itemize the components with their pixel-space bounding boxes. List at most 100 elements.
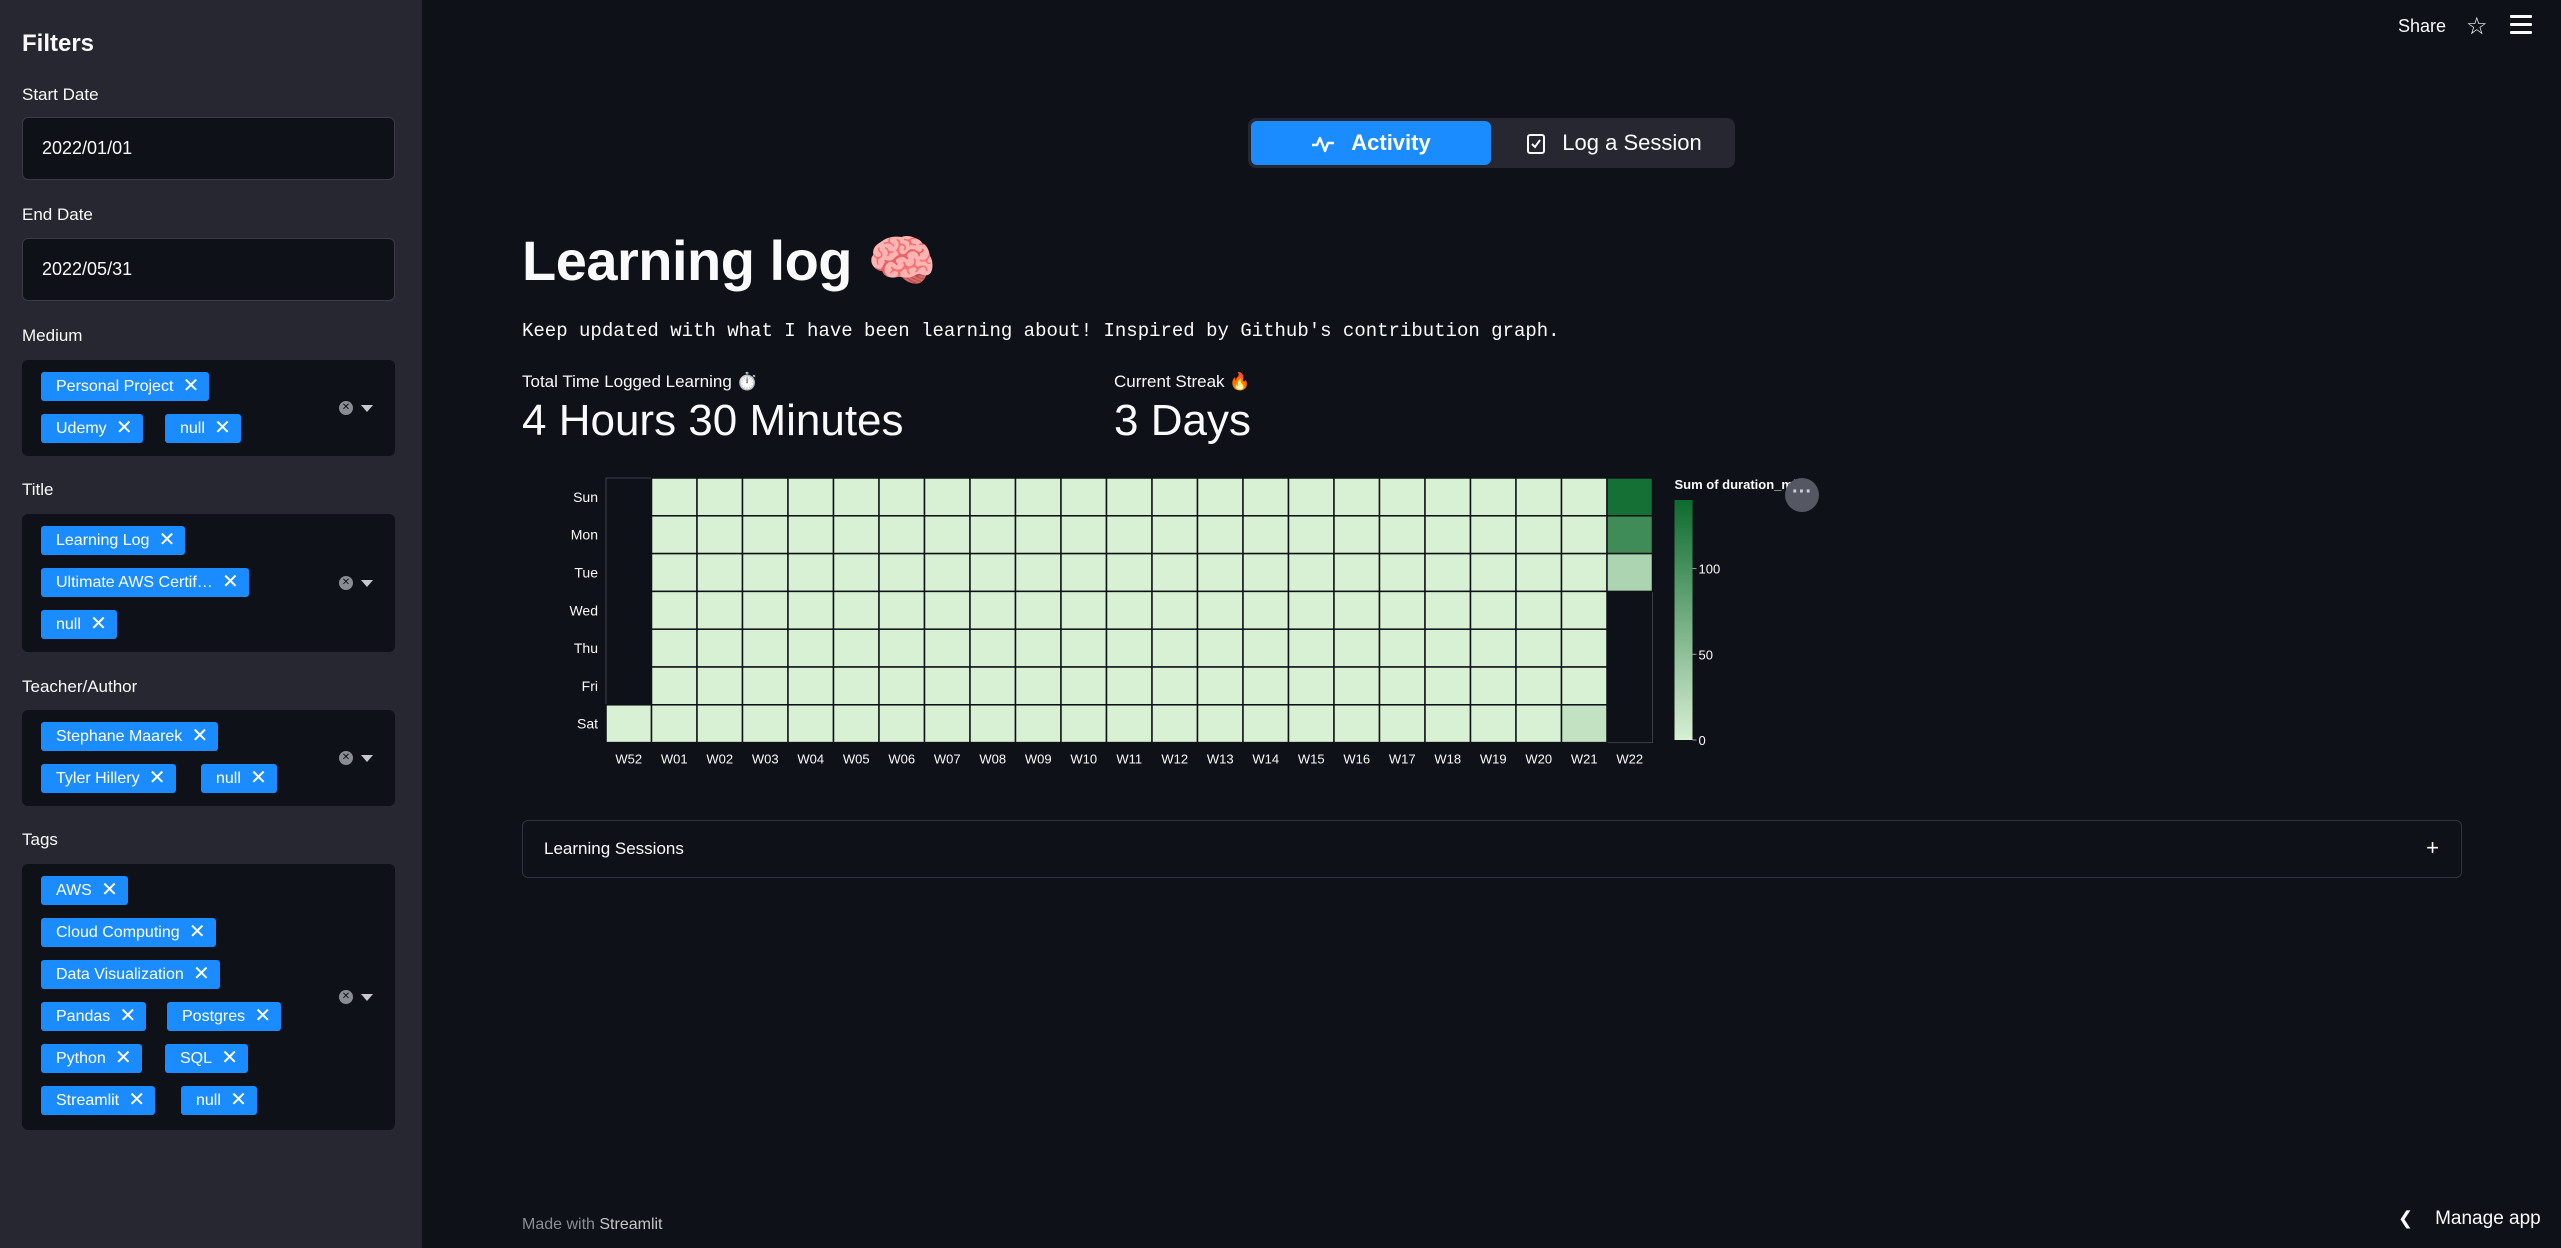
heatmap-cell <box>1287 515 1335 555</box>
heatmap-cell <box>969 552 1017 593</box>
title-multiselect[interactable]: Learning Log ✕ Ultimate AWS Certif… ✕ null… <box>22 514 395 652</box>
remove-chip-icon[interactable]: ✕ <box>189 918 206 946</box>
remove-chip-icon[interactable]: ✕ <box>101 876 118 904</box>
heatmap-cell <box>1242 515 1290 555</box>
remove-chip-icon[interactable]: ✕ <box>214 414 231 442</box>
remove-chip-icon[interactable]: ✕ <box>183 372 200 400</box>
end-date-input[interactable]: 2022/05/31 <box>22 238 395 301</box>
tag-chip[interactable]: Pandas ✕ <box>41 1002 147 1031</box>
heatmap-cell <box>1378 704 1426 744</box>
log-session-button[interactable]: Log a Session <box>1496 121 1732 165</box>
chevron-down-icon[interactable] <box>361 755 373 762</box>
remove-chip-icon[interactable]: ✕ <box>159 526 176 554</box>
heatmap-cell <box>787 515 835 555</box>
heatmap-cell <box>1287 666 1335 706</box>
week-label: W10 <box>1070 752 1097 767</box>
clear-all-icon[interactable]: ✕ <box>339 990 353 1004</box>
chip-label: Stephane Maarek <box>56 728 183 745</box>
tag-chip[interactable]: AWS ✕ <box>41 876 128 905</box>
teacher-multiselect[interactable]: Stephane Maarek ✕ Tyler Hillery ✕ null ✕ ✕ <box>22 710 395 806</box>
start-date-input[interactable]: 2022/01/01 <box>22 117 395 180</box>
heatmap-cell <box>1515 477 1563 517</box>
hamburger-menu-icon[interactable] <box>2510 15 2532 35</box>
week-label: W05 <box>843 752 870 767</box>
heatmap-cell <box>1105 666 1153 706</box>
title-chip[interactable]: Learning Log ✕ <box>41 526 186 555</box>
medium-chip[interactable]: Udemy ✕ <box>41 414 143 443</box>
tags-multiselect[interactable]: AWS ✕ Cloud Computing ✕ Data Visualization… <box>22 864 395 1130</box>
remove-chip-icon[interactable]: ✕ <box>230 1086 247 1114</box>
manage-app-button[interactable]: ❮ Manage app <box>2398 1208 2541 1230</box>
remove-chip-icon[interactable]: ✕ <box>192 722 209 750</box>
remove-chip-icon[interactable]: ✕ <box>250 764 267 792</box>
clear-all-icon[interactable]: ✕ <box>339 401 353 415</box>
heatmap-cell <box>787 704 835 744</box>
share-button[interactable]: Share <box>2398 16 2446 37</box>
tag-chip[interactable]: Data Visualization ✕ <box>41 960 220 989</box>
remove-chip-icon[interactable]: ✕ <box>90 610 107 638</box>
legend-tick-label: 50 <box>1699 647 1713 662</box>
tags-label: Tags <box>22 830 58 849</box>
learning-sessions-expander[interactable]: Learning Sessions + <box>522 820 2462 878</box>
tag-chip[interactable]: Streamlit ✕ <box>41 1086 156 1115</box>
tag-chip[interactable]: Python ✕ <box>41 1044 142 1073</box>
title-filter-label: Title <box>22 480 54 499</box>
tag-chip[interactable]: Cloud Computing ✕ <box>41 918 216 947</box>
week-label: W08 <box>979 752 1006 767</box>
mode-toggle: Activity Log a Session <box>1248 118 1735 168</box>
medium-multiselect[interactable]: Personal Project ✕ Udemy ✕ null ✕ ✕ <box>22 360 395 456</box>
title-chip[interactable]: Ultimate AWS Certif… ✕ <box>41 568 249 597</box>
streak-label: Current Streak 🔥 <box>1114 372 1251 391</box>
chip-label: Personal Project <box>56 378 174 395</box>
heatmap-cell <box>878 552 926 593</box>
streamlit-link[interactable]: Streamlit <box>599 1216 662 1233</box>
star-icon[interactable]: ☆ <box>2466 12 2488 41</box>
remove-chip-icon[interactable]: ✕ <box>149 764 166 792</box>
remove-chip-icon[interactable]: ✕ <box>193 960 210 988</box>
chart-actions-icon[interactable]: ··· <box>1785 478 1819 512</box>
footer: Made with Streamlit <box>522 1216 663 1234</box>
remove-chip-icon[interactable]: ✕ <box>254 1002 271 1030</box>
medium-chip[interactable]: null ✕ <box>165 414 241 443</box>
plus-icon[interactable]: + <box>2426 835 2439 861</box>
remove-chip-icon[interactable]: ✕ <box>128 1086 145 1114</box>
medium-chip[interactable]: Personal Project ✕ <box>41 372 210 401</box>
manage-app-label: Manage app <box>2435 1208 2541 1229</box>
heatmap-cell <box>1560 666 1608 706</box>
day-label: Wed <box>569 602 598 618</box>
heatmap-cell <box>1469 628 1517 668</box>
remove-chip-icon[interactable]: ✕ <box>221 1044 238 1072</box>
heatmap-cell <box>832 477 880 517</box>
week-label: W02 <box>706 752 733 767</box>
chevron-down-icon[interactable] <box>361 580 373 587</box>
heatmap-cell <box>1151 628 1199 668</box>
heatmap-cell <box>741 515 789 555</box>
heatmap-cell <box>923 515 971 555</box>
remove-chip-icon[interactable]: ✕ <box>116 414 133 442</box>
tag-chip[interactable]: SQL ✕ <box>165 1044 249 1073</box>
clear-all-icon[interactable]: ✕ <box>339 576 353 590</box>
teacher-chip[interactable]: null ✕ <box>201 764 277 793</box>
heatmap-cell <box>1424 666 1472 706</box>
heatmap-cell <box>1060 628 1108 668</box>
heatmap-cell <box>1151 590 1199 630</box>
heatmap-cell <box>1196 515 1244 555</box>
tag-chip[interactable]: Postgres ✕ <box>167 1002 282 1031</box>
tag-chip[interactable]: null ✕ <box>181 1086 257 1115</box>
teacher-chip[interactable]: Stephane Maarek ✕ <box>41 722 219 751</box>
heatmap-cell <box>1151 666 1199 706</box>
remove-chip-icon[interactable]: ✕ <box>120 1002 137 1030</box>
remove-chip-icon[interactable]: ✕ <box>222 568 239 596</box>
title-chip[interactable]: null ✕ <box>41 610 117 639</box>
activity-button[interactable]: Activity <box>1251 121 1491 165</box>
heatmap-cell <box>1424 590 1472 630</box>
clear-all-icon[interactable]: ✕ <box>339 751 353 765</box>
heatmap-cell <box>832 628 880 668</box>
chevron-down-icon[interactable] <box>361 405 373 412</box>
heatmap-cell <box>1424 515 1472 555</box>
remove-chip-icon[interactable]: ✕ <box>115 1044 132 1072</box>
chevron-down-icon[interactable] <box>361 994 373 1001</box>
week-label: W18 <box>1434 752 1461 767</box>
heatmap-cell <box>1060 590 1108 630</box>
teacher-chip[interactable]: Tyler Hillery ✕ <box>41 764 176 793</box>
